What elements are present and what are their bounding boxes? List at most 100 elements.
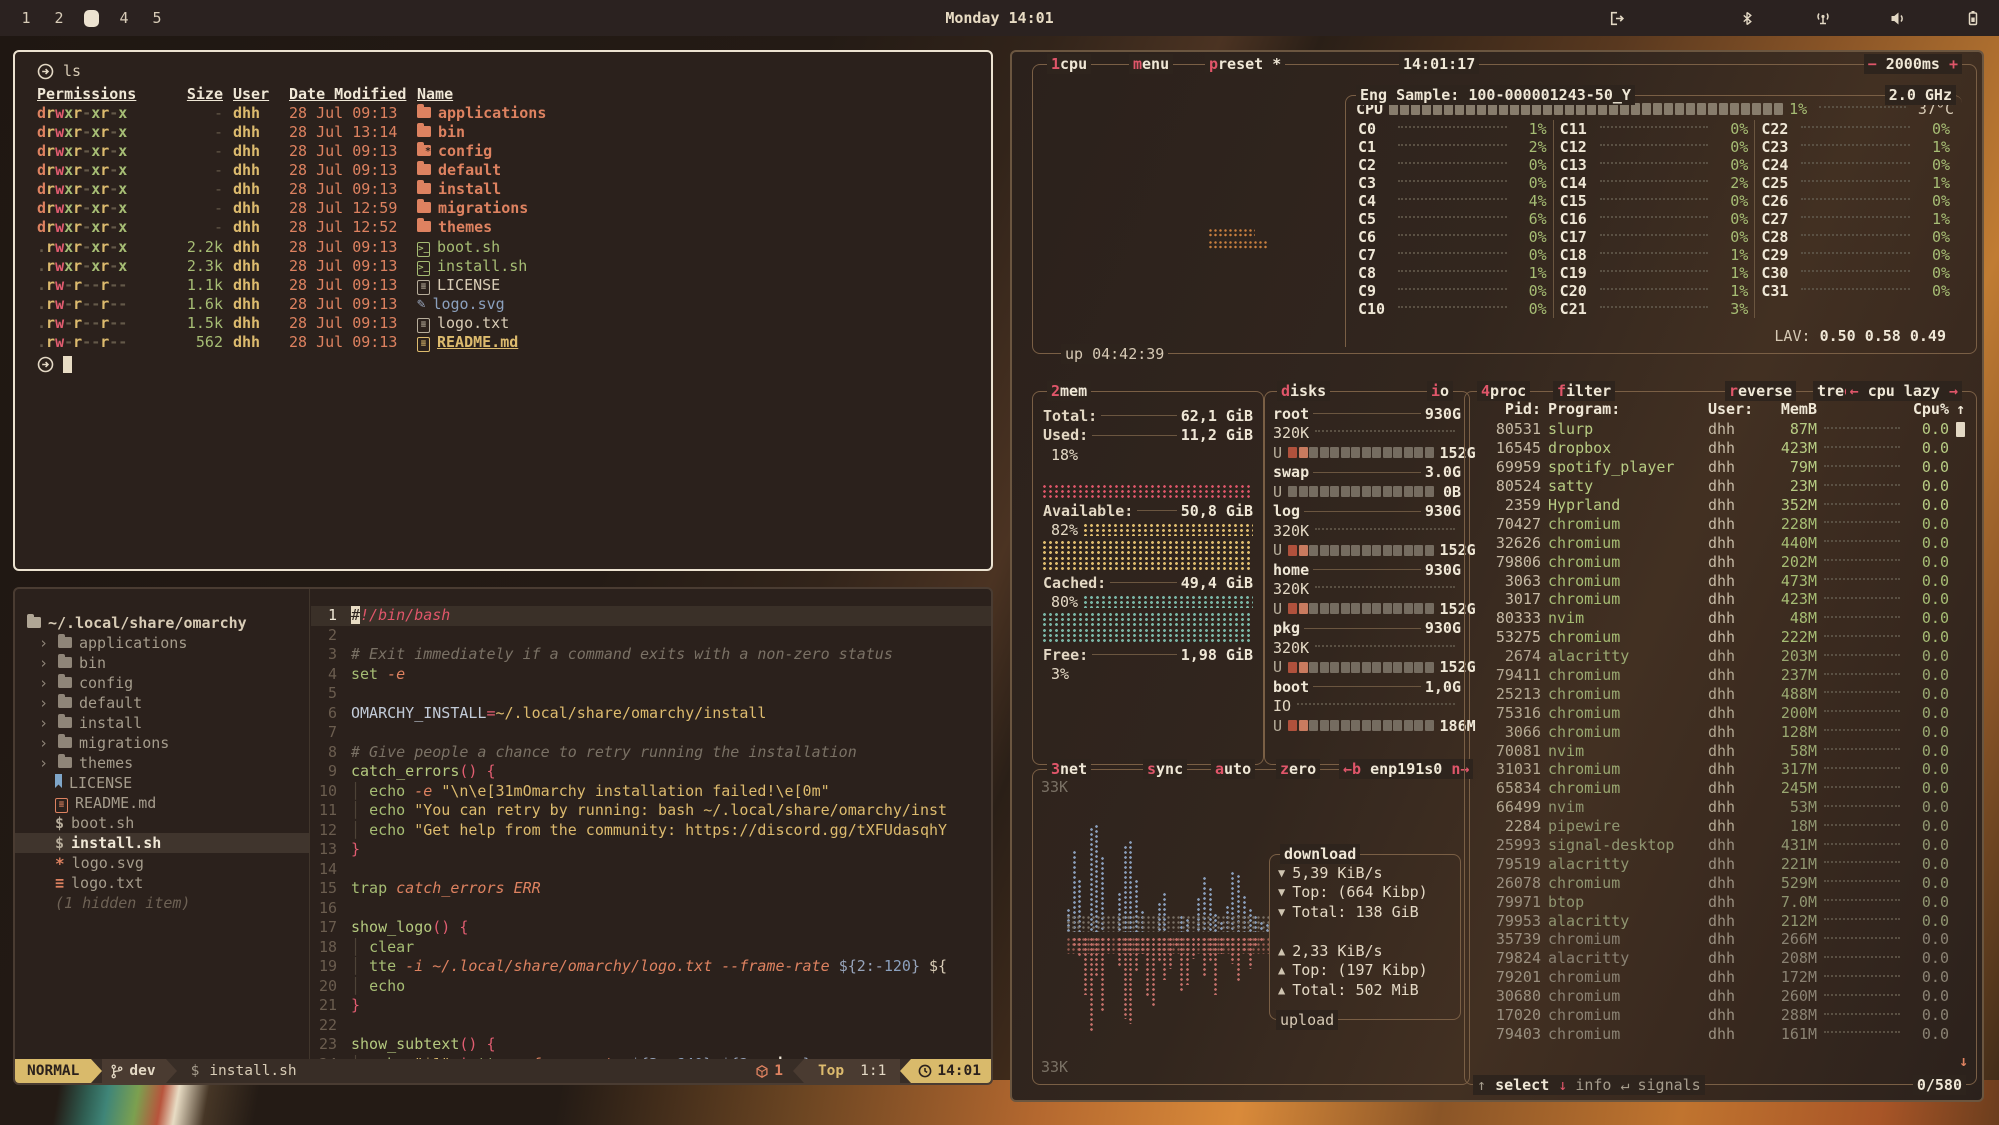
tree-item---.local-share-omarchy[interactable]: ~/.local/share/omarchy [15,613,309,633]
statusline-filename: $ install.sh [191,1063,297,1079]
process-row[interactable]: 25993signal-desktopdhh431M0.0 [1465,836,1976,855]
process-row[interactable]: 53275chromiumdhh222M0.0 [1465,628,1976,647]
signals-key[interactable]: signals [1638,1075,1701,1095]
process-row[interactable]: 66499nvimdhh53M0.0 [1465,798,1976,817]
cpu-box-title[interactable]: 1cpu [1047,54,1091,74]
logout-icon[interactable] [1606,8,1627,29]
core-usage: 0% [1513,300,1547,318]
ls-header-row: Permissions Size User Date Modified Name [37,85,991,104]
tree-item-install[interactable]: ›install [15,713,309,733]
process-row[interactable]: 3063chromiumdhh473M0.0 [1465,571,1976,590]
tree-item-logo.txt[interactable]: ≡logo.txt [15,873,309,893]
process-row[interactable]: 79519alacrittydhh221M0.0 [1465,854,1976,873]
process-row[interactable]: 75316chromiumdhh200M0.0 [1465,703,1976,722]
info-key[interactable]: info ↵ [1575,1075,1629,1095]
editor-window[interactable]: ~/.local/share/omarchy›applications›bin›… [13,587,993,1085]
file-name: LICENSE [437,276,500,295]
io-toggle[interactable]: io [1427,381,1453,401]
zero-toggle[interactable]: zero [1276,759,1320,779]
process-cpu-graph [1824,918,1900,920]
tree-item-README.md[interactable]: ≡README.md [15,793,309,813]
process-row[interactable]: 32626chromiumdhh440M0.0 [1465,533,1976,552]
process-row[interactable]: 79953alacrittydhh212M0.0 [1465,911,1976,930]
process-row[interactable]: 69959spotify_playerdhh79M0.0 [1465,458,1976,477]
tree-item-install.sh[interactable]: $install.sh [15,833,309,853]
process-row[interactable]: 35739chromiumdhh266M0.0 [1465,930,1976,949]
process-row[interactable]: 79806chromiumdhh202M0.0 [1465,552,1976,571]
process-row[interactable]: 3066chromiumdhh128M0.0 [1465,722,1976,741]
network-icon[interactable] [1812,8,1833,29]
process-row[interactable]: 79411chromiumdhh237M0.0 [1465,666,1976,685]
tree-item-default[interactable]: ›default [15,693,309,713]
tree-item-applications[interactable]: ›applications [15,633,309,653]
menu-button[interactable]: menu [1129,54,1173,74]
reverse-toggle[interactable]: reverse [1725,381,1796,401]
scroll-down-icon[interactable]: ↓ [1959,1052,1968,1070]
process-row[interactable]: 65834chromiumdhh245M0.0 [1465,779,1976,798]
disks-box-title[interactable]: disks [1277,381,1330,401]
user-cell: dhh [233,104,279,123]
net-box-title[interactable]: 3net [1047,759,1091,779]
sort-column-switcher[interactable]: ← cpu lazy → [1846,381,1962,401]
filter-button[interactable]: filter [1553,381,1615,401]
process-row[interactable]: 3017chromiumdhh423M0.0 [1465,590,1976,609]
core-name: C5 [1358,210,1392,228]
auto-toggle[interactable]: auto [1211,759,1255,779]
battery-icon[interactable] [1962,8,1983,29]
btop-window[interactable]: 1cpu menu preset * 14:01:17 − 2000ms + E… [1010,50,1984,1102]
process-row[interactable]: 79403chromiumdhh161M0.0 [1465,1025,1976,1044]
proc-box-title[interactable]: 4proc [1477,381,1530,401]
process-row[interactable]: 30680chromiumdhh260M0.0 [1465,987,1976,1006]
tree-item-bin[interactable]: ›bin [15,653,309,673]
process-row[interactable]: 25213chromiumdhh488M0.0 [1465,684,1976,703]
permissions-cell: drwxr-xr-x [37,218,159,237]
scrollbar-thumb[interactable] [1956,422,1965,437]
sort-direction-icon[interactable]: ↑ [1956,400,1970,418]
disk-size: 3.0G [1425,463,1461,481]
tree-item-boot.sh[interactable]: $boot.sh [15,813,309,833]
process-row[interactable]: 79824alacrittydhh208M0.0 [1465,949,1976,968]
process-row[interactable]: 17020chromiumdhh288M0.0 [1465,1006,1976,1025]
tree-item-themes[interactable]: ›themes [15,753,309,773]
process-name: chromium [1548,723,1701,741]
mem-box-title[interactable]: 2mem [1047,381,1091,401]
process-name: chromium [1548,968,1701,986]
process-row[interactable]: 79201chromiumdhh172M0.0 [1465,968,1976,987]
process-cpu-graph [1824,729,1900,731]
code-pane[interactable]: 1#!/bin/bash23# Exit immediately if a co… [311,589,991,1059]
preset-button[interactable]: preset * [1205,54,1285,74]
process-row[interactable]: 70427chromiumdhh228M0.0 [1465,514,1976,533]
name-cell: >_install.sh [417,256,991,276]
tree-item-migrations[interactable]: ›migrations [15,733,309,753]
process-row[interactable]: 80524sattydhh23M0.0 [1465,477,1976,496]
process-name: nvim [1548,742,1701,760]
tree-item-config[interactable]: ›config [15,673,309,693]
volume-icon[interactable] [1887,8,1908,29]
user-cell: dhh [233,333,279,352]
process-row[interactable]: 2674alacrittydhh203M0.0 [1465,647,1976,666]
process-row[interactable]: 79971btopdhh7.0M0.0 [1465,892,1976,911]
process-row[interactable]: 2284pipewiredhh18M0.0 [1465,817,1976,836]
folder-icon [417,164,431,175]
process-cpu: 0.0 [1907,458,1949,476]
tree-item-logo.svg[interactable]: *logo.svg [15,853,309,873]
process-row[interactable]: 70081nvimdhh58M0.0 [1465,741,1976,760]
bluetooth-icon[interactable] [1737,8,1758,29]
process-row[interactable]: 80531slurpdhh87M0.0 [1465,420,1976,439]
process-row[interactable]: 31031chromiumdhh317M0.0 [1465,760,1976,779]
tree-item-LICENSE[interactable]: LICENSE [15,773,309,793]
process-row[interactable]: 2359Hyprlanddhh352M0.0 [1465,496,1976,515]
interval-control[interactable]: − 2000ms + [1864,54,1962,74]
process-cpu: 0.0 [1907,704,1949,722]
tree-item--1-hidden-item-[interactable]: (1 hidden item) [15,893,309,913]
bar-block [1383,447,1392,458]
process-row[interactable]: 26078chromiumdhh529M0.0 [1465,873,1976,892]
sync-toggle[interactable]: sync [1143,759,1187,779]
process-row[interactable]: 80333nvimdhh48M0.0 [1465,609,1976,628]
terminal-window[interactable]: ls Permissions Size User Date Modified N… [13,50,993,571]
process-cpu-graph [1824,843,1900,845]
interface-switcher[interactable]: ←b enp191s0 n→ [1339,759,1473,779]
process-row[interactable]: 16545dropboxdhh423M0.0 [1465,439,1976,458]
process-cpu: 0.0 [1907,855,1949,873]
user-cell: dhh [233,295,279,314]
